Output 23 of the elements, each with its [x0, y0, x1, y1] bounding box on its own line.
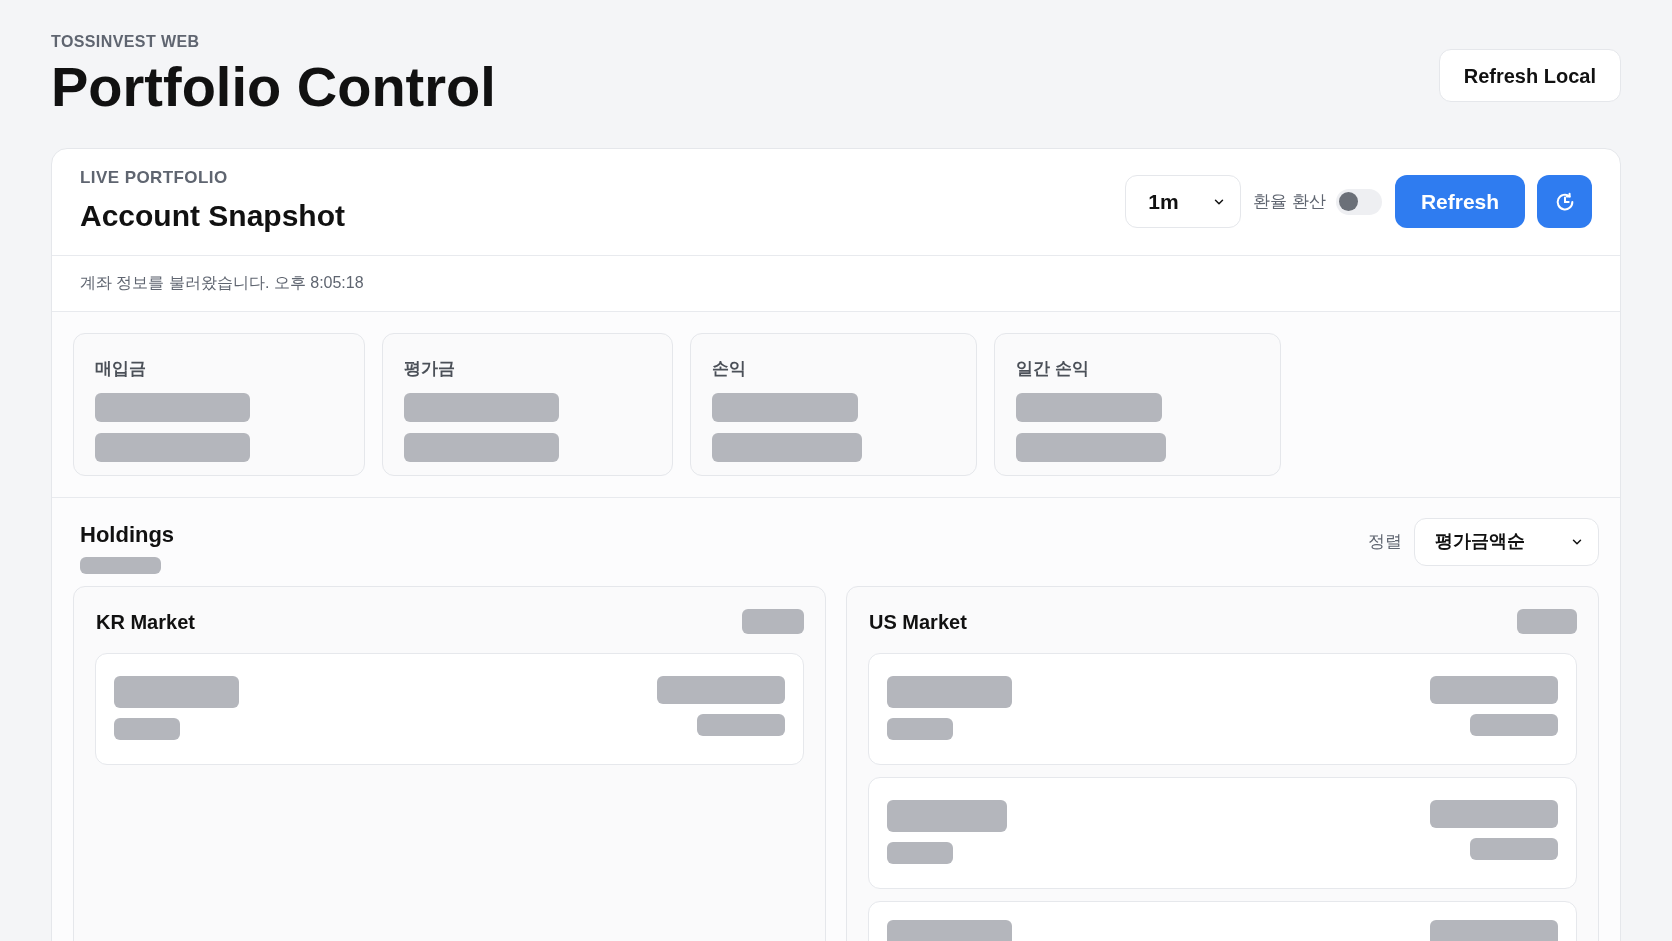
sort-select[interactable]: 평가금액순	[1414, 517, 1599, 566]
fx-toggle[interactable]	[1336, 188, 1382, 215]
loading-placeholder	[114, 717, 180, 740]
history-button[interactable]	[1537, 175, 1592, 229]
status-message: 계좌 정보를 불러왔습니다. 오후 8:05:18	[80, 273, 364, 294]
refresh-local-button[interactable]: Refresh Local	[1438, 49, 1621, 102]
fx-toggle-label: 환율 환산	[1253, 190, 1326, 213]
section-eyebrow: LIVE PORTFOLIO	[80, 167, 229, 190]
holdings-title: Holdings	[80, 520, 175, 549]
refresh-button[interactable]: Refresh	[1395, 175, 1525, 229]
sort-label: 정렬	[1368, 530, 1402, 553]
loading-placeholder	[887, 841, 953, 864]
stat-label: 손익	[712, 357, 747, 380]
app-eyebrow: TOSSINVEST WEB	[51, 32, 201, 52]
page-title: Portfolio Control	[51, 56, 496, 118]
stat-label: 일간 손익	[1016, 357, 1090, 380]
interval-select[interactable]: 1m	[1125, 175, 1242, 229]
loading-placeholder	[887, 717, 953, 740]
market-title: KR Market	[95, 609, 195, 635]
market-title: US Market	[868, 609, 967, 635]
stat-label: 매입금	[95, 357, 147, 380]
section-title: Account Snapshot	[80, 197, 345, 234]
stat-label: 평가금	[404, 357, 456, 380]
